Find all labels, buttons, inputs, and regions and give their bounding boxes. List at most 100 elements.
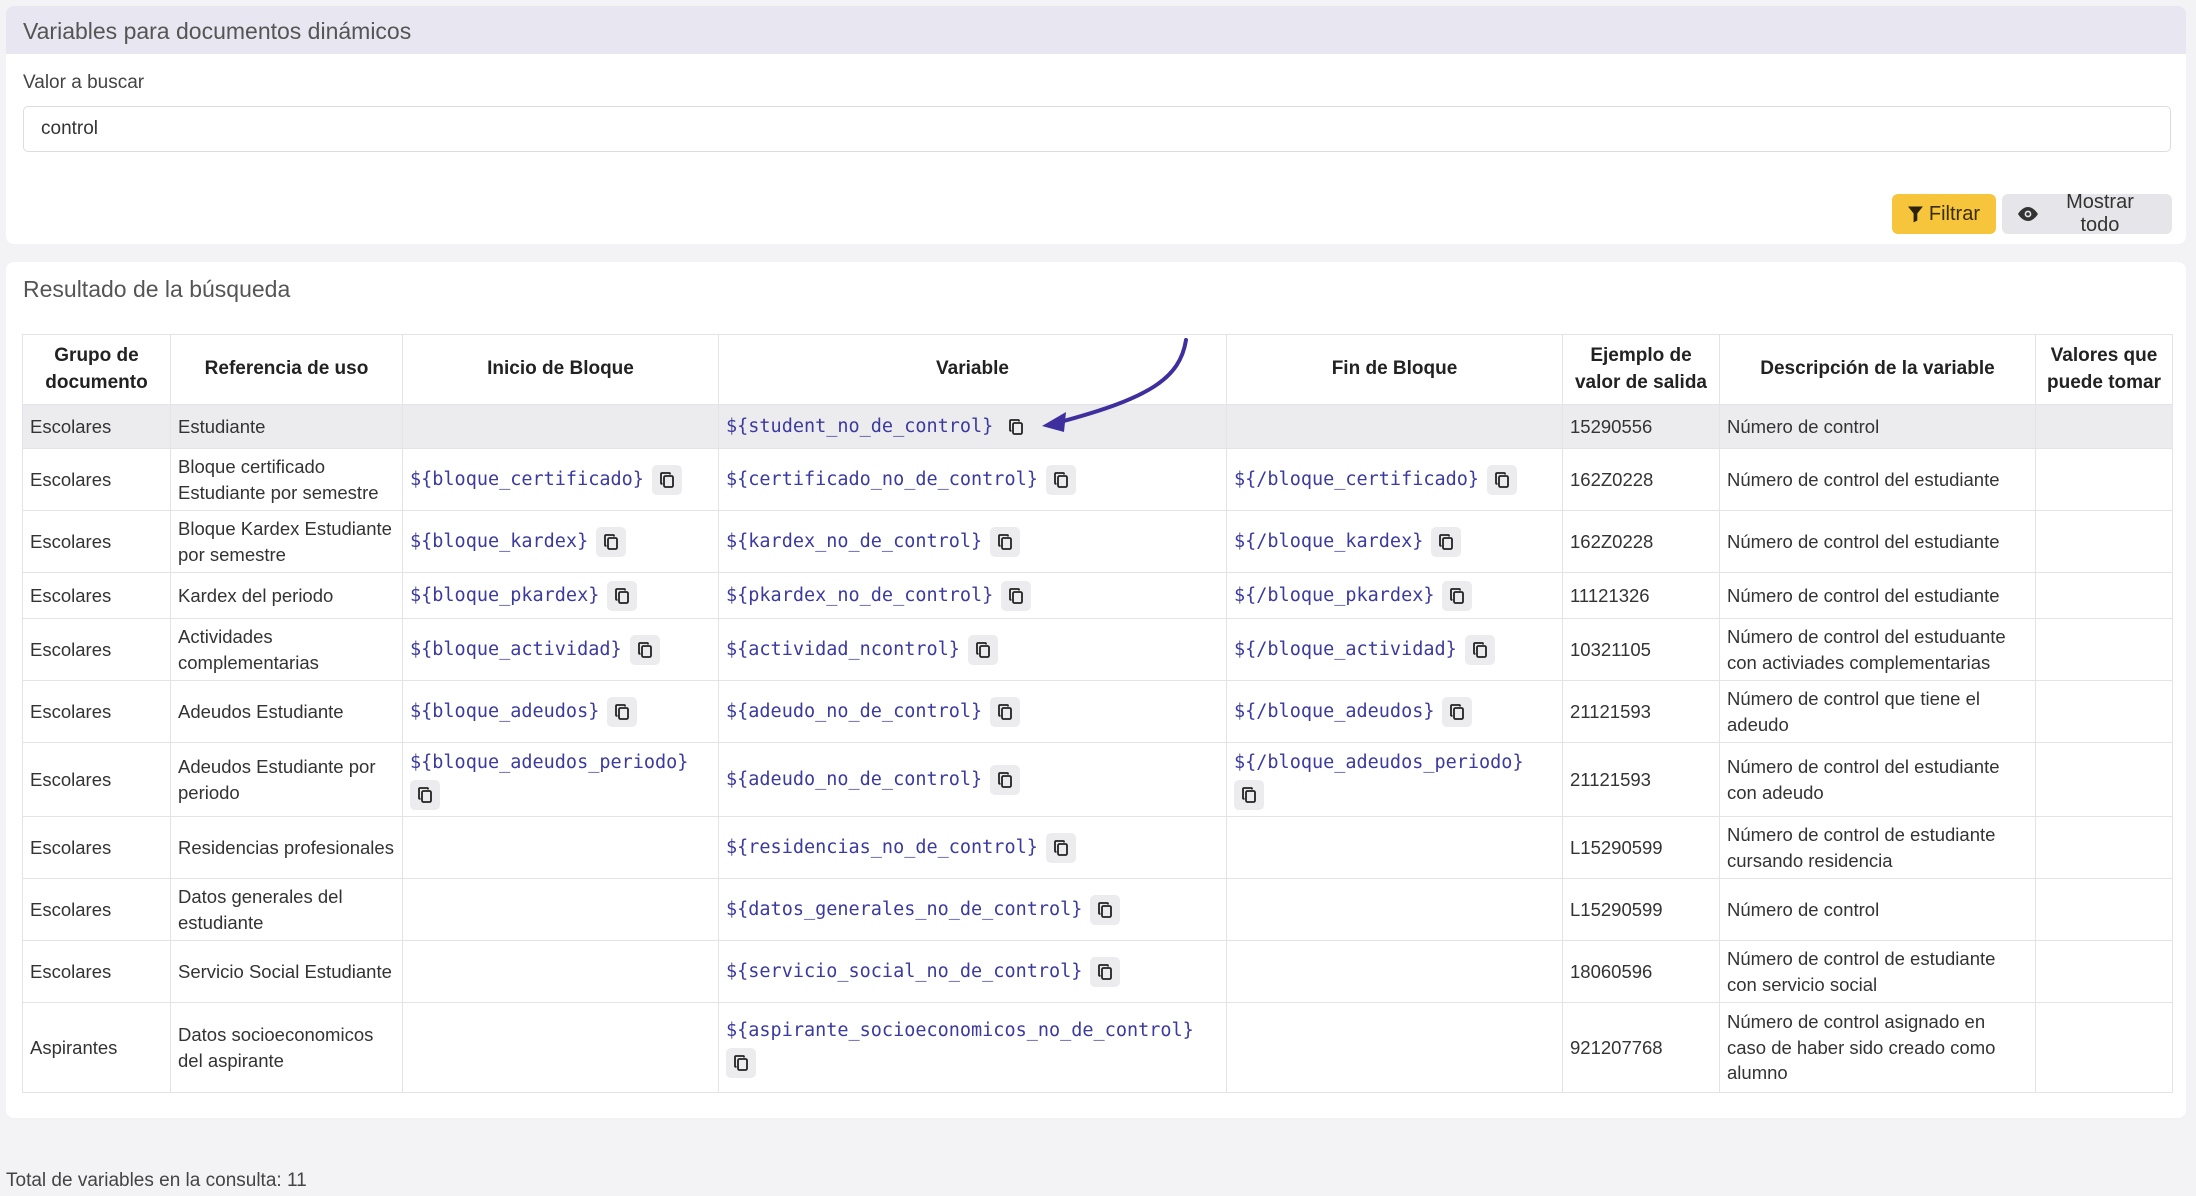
eye-icon	[2018, 207, 2038, 221]
cell-descripcion: Número de control del estudiante con ade…	[1719, 742, 2036, 817]
code-fin[interactable]: ${/bloque_adeudos_periodo}	[1234, 752, 1524, 773]
cell-grupo: Escolares	[22, 510, 171, 573]
copy-button[interactable]	[1234, 779, 1264, 810]
code-fin[interactable]: ${/bloque_kardex}	[1234, 530, 1423, 551]
cell-ejemplo: 162Z0228	[1562, 448, 1720, 511]
copy-button[interactable]	[967, 634, 998, 665]
copy-button[interactable]	[1431, 526, 1462, 557]
cell-inicio	[402, 1002, 719, 1093]
copy-button[interactable]	[1045, 832, 1076, 863]
copy-button[interactable]	[1001, 411, 1032, 442]
cell-valores	[2035, 816, 2173, 879]
copy-button[interactable]	[1442, 696, 1473, 727]
cell-inicio: ${bloque_certificado}	[402, 448, 719, 511]
copy-button[interactable]	[1045, 464, 1076, 495]
code-fin[interactable]: ${/bloque_adeudos}	[1234, 700, 1434, 721]
copy-icon	[418, 787, 432, 803]
copy-icon	[1450, 587, 1465, 604]
copy-icon	[976, 641, 990, 658]
cell-fin: ${/bloque_adeudos}	[1226, 680, 1563, 743]
copy-button[interactable]	[1464, 634, 1495, 665]
code-variable[interactable]: ${residencias_no_de_control}	[726, 836, 1038, 857]
cell-inicio	[402, 404, 719, 449]
search-card-title: Variables para documentos dinámicos	[6, 6, 2186, 54]
copy-button[interactable]	[1090, 894, 1121, 925]
copy-button[interactable]	[990, 696, 1021, 727]
code-variable[interactable]: ${pkardex_no_de_control}	[726, 584, 993, 605]
copy-icon	[1439, 533, 1454, 550]
code-variable[interactable]: ${datos_generales_no_de_control}	[726, 898, 1082, 919]
copy-icon	[615, 587, 630, 604]
code-inicio[interactable]: ${bloque_adeudos}	[410, 700, 599, 721]
code-variable[interactable]: ${servicio_social_no_de_control}	[726, 960, 1082, 981]
cell-inicio	[402, 878, 719, 941]
copy-button[interactable]	[726, 1047, 756, 1078]
copy-icon	[1242, 787, 1256, 803]
copy-button[interactable]	[651, 464, 682, 495]
copy-button[interactable]	[990, 526, 1021, 557]
results-table: Grupo de documento Referencia de uso Ini…	[22, 334, 2173, 1093]
code-variable[interactable]: ${student_no_de_control}	[726, 415, 993, 436]
search-input[interactable]	[23, 106, 2171, 152]
copy-button[interactable]	[410, 779, 440, 810]
cell-referencia: Adeudos Estudiante	[170, 680, 403, 743]
cell-ejemplo: 21121593	[1562, 742, 1720, 817]
column-header-referencia: Referencia de uso	[170, 334, 403, 405]
cell-grupo: Escolares	[22, 742, 171, 817]
cell-referencia: Adeudos Estudiante por periodo	[170, 742, 403, 817]
results-table-body: Escolares Estudiante ${student_no_de_contr…	[22, 404, 2173, 1093]
cell-inicio: ${bloque_kardex}	[402, 510, 719, 573]
cell-fin: ${/bloque_actividad}	[1226, 618, 1563, 681]
code-variable[interactable]: ${adeudo_no_de_control}	[726, 700, 982, 721]
cell-valores	[2035, 742, 2173, 817]
show-all-button-label: Mostrar todo	[2066, 191, 2134, 236]
copy-button[interactable]	[607, 580, 638, 611]
cell-grupo: Escolares	[22, 878, 171, 941]
code-inicio[interactable]: ${bloque_kardex}	[410, 530, 588, 551]
copy-icon	[1450, 703, 1465, 720]
cell-fin: ${/bloque_certificado}	[1226, 448, 1563, 511]
cell-fin	[1226, 878, 1563, 941]
cell-referencia: Bloque certificado Estudiante por semest…	[170, 448, 403, 511]
code-variable[interactable]: ${aspirante_socioeconomicos_no_de_contro…	[726, 1020, 1194, 1041]
cell-ejemplo: 11121326	[1562, 572, 1720, 619]
cell-descripcion: Número de control	[1719, 404, 2036, 449]
code-variable[interactable]: ${actividad_ncontrol}	[726, 638, 960, 659]
code-inicio[interactable]: ${bloque_actividad}	[410, 638, 622, 659]
cell-descripcion: Número de control de estudiante con serv…	[1719, 940, 2036, 1003]
code-variable[interactable]: ${adeudo_no_de_control}	[726, 768, 982, 789]
search-field-label: Valor a buscar	[23, 72, 145, 93]
cell-ejemplo: L15290599	[1562, 816, 1720, 879]
copy-icon	[1009, 418, 1024, 435]
copy-button[interactable]	[607, 696, 638, 727]
code-variable[interactable]: ${kardex_no_de_control}	[726, 530, 982, 551]
code-fin[interactable]: ${/bloque_certificado}	[1234, 468, 1479, 489]
code-fin[interactable]: ${/bloque_pkardex}	[1234, 584, 1434, 605]
code-inicio[interactable]: ${bloque_pkardex}	[410, 584, 599, 605]
copy-button[interactable]	[1487, 464, 1518, 495]
copy-button[interactable]	[990, 764, 1021, 795]
annotation-arrow	[1042, 338, 1188, 432]
copy-button[interactable]	[1442, 580, 1473, 611]
code-inicio[interactable]: ${bloque_certificado}	[410, 468, 644, 489]
table-row: Escolares Servicio Social Estudiante ${ser…	[22, 940, 2173, 1003]
cell-variable: ${datos_generales_no_de_control}	[718, 878, 1227, 941]
copy-button[interactable]	[1001, 580, 1032, 611]
code-inicio[interactable]: ${bloque_adeudos_periodo}	[410, 752, 688, 773]
show-all-button[interactable]: Mostrar todo	[2002, 191, 2172, 236]
cell-referencia: Bloque Kardex Estudiante por semestre	[170, 510, 403, 573]
copy-button[interactable]	[596, 526, 627, 557]
copy-icon	[1098, 901, 1113, 918]
copy-button[interactable]	[629, 634, 660, 665]
copy-icon	[1053, 471, 1068, 488]
table-row: Escolares Actividades complementarias ${bl…	[22, 618, 2173, 681]
code-fin[interactable]: ${/bloque_actividad}	[1234, 638, 1457, 659]
copy-icon	[734, 1055, 748, 1071]
code-variable[interactable]: ${certificado_no_de_control}	[726, 468, 1038, 489]
cell-valores	[2035, 878, 2173, 941]
total-variables-text: Total de variables en la consulta: 11	[6, 1170, 307, 1191]
table-row: Escolares Kardex del periodo ${bloque_pkar…	[22, 572, 2173, 619]
copy-button[interactable]	[1090, 956, 1121, 987]
cell-descripcion: Número de control del estudiante	[1719, 448, 2036, 511]
filter-button[interactable]: Filtrar	[1892, 194, 1996, 234]
